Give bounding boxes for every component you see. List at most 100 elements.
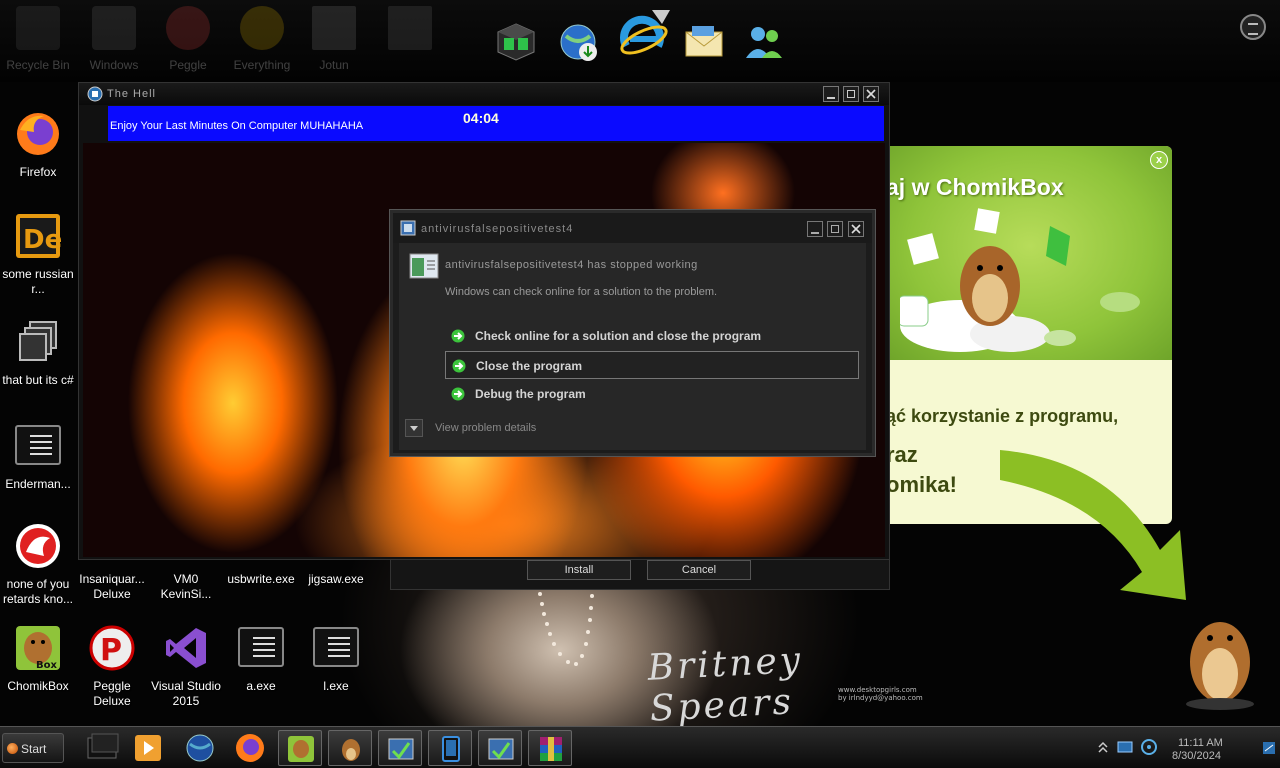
taskbar-tablet-button[interactable] (428, 730, 472, 766)
chevron-up-icon[interactable] (1098, 741, 1108, 753)
desktop-icon-insaniquarium[interactable]: Insaniquar... Deluxe (74, 572, 150, 602)
desktop-icon-label: Insaniquar... Deluxe (79, 572, 145, 601)
dock-item-everything[interactable]: Everything (224, 6, 300, 72)
error-dialog-body: antivirusfalsepositivetest4 has stopped … (399, 243, 866, 450)
taskbar-chomikbox-button[interactable] (278, 730, 322, 766)
countdown-timer: 04:04 (463, 110, 499, 126)
check-online-option[interactable]: Check online for a solution and close th… (445, 322, 859, 350)
desktop-icon-enderman[interactable]: Enderman... (0, 422, 76, 492)
close-icon (866, 89, 876, 99)
cancel-button[interactable]: Cancel (647, 560, 751, 580)
desktop-icon-peggle-deluxe[interactable]: P Peggle Deluxe (74, 624, 150, 709)
chomikbox-ad-text-line1: ąć korzystanie z programu, (886, 406, 1119, 426)
start-label: Start (21, 742, 47, 756)
dock-item-jotun[interactable]: Jotun (296, 6, 372, 72)
dock-menu-button[interactable] (1240, 14, 1266, 40)
error-maximize-button[interactable] (827, 221, 843, 237)
desktop-icon-l-exe[interactable]: l.exe (298, 624, 374, 694)
wer-icon (388, 738, 414, 760)
desktop-icon-label: Firefox (19, 165, 57, 179)
taskbar-wer-button-2[interactable] (478, 730, 522, 766)
hamster-icon (342, 739, 360, 761)
magnifier-icon (240, 6, 284, 50)
debug-program-option[interactable]: Debug the program (445, 380, 859, 408)
error-dialog-title: antivirusfalsepositivetest4 (421, 223, 574, 235)
dock-item-label: Everything (233, 58, 291, 72)
chomikbox-ad-text-line3: omika! (886, 472, 957, 497)
start-button[interactable]: Start (2, 733, 64, 763)
folder-icon (92, 6, 136, 50)
maximize-button[interactable] (843, 86, 859, 102)
taskbar-media-player-icon[interactable] (126, 730, 170, 766)
chomikbox-ad-close-button[interactable]: x (1150, 151, 1168, 169)
the-hell-title: The Hell (107, 88, 156, 100)
desktop-icon-some-russian[interactable]: De some russian r... (0, 212, 76, 297)
tablet-icon (442, 736, 460, 762)
recycle-bin-icon (16, 6, 60, 50)
wer-icon (400, 220, 416, 236)
dock-item-peggle[interactable]: Peggle (150, 6, 226, 72)
dock-mail-icon[interactable] (682, 20, 726, 64)
dock-item-console[interactable] (372, 6, 448, 58)
green-arrow-icon (452, 359, 466, 373)
wallpaper-credit: www.desktopgirls.com by irlndyyd@yahoo.c… (838, 686, 923, 702)
dock-internet-explorer-icon[interactable] (618, 6, 672, 64)
taskbar-globe-icon[interactable] (178, 730, 222, 766)
system-tray: 11:11 AM 8/30/2024 (1092, 731, 1278, 765)
taskbar-wer-button-1[interactable] (378, 730, 422, 766)
error-close-button[interactable] (848, 221, 864, 237)
desktop-icon-firefox[interactable]: Firefox (0, 110, 76, 180)
dock-contacts-icon[interactable] (742, 20, 786, 64)
peggle-icon (166, 6, 210, 50)
close-program-option[interactable]: Close the program (445, 351, 859, 379)
start-orb-icon (7, 743, 18, 754)
clock-time[interactable]: 11:11 AM (1178, 737, 1223, 749)
desktop-icon-a-exe[interactable]: a.exe (223, 624, 299, 694)
minimize-icon (811, 232, 819, 234)
svg-text:Box: Box (36, 660, 57, 671)
desktop-icon-usbwrite[interactable]: usbwrite.exe (223, 572, 299, 587)
maximize-icon (847, 90, 855, 98)
desktop-icon-jigsaw[interactable]: jigsaw.exe (298, 572, 374, 587)
desktop-icon-label: Peggle Deluxe (93, 679, 131, 708)
install-button[interactable]: Install (527, 560, 631, 580)
taskbar-console-stack-icon[interactable] (80, 730, 124, 766)
view-problem-details-toggle[interactable]: View problem details (405, 419, 585, 439)
error-subtext: Windows can check online for a solution … (445, 286, 718, 298)
console-app-icon (238, 627, 284, 667)
view-problem-details-label: View problem details (435, 422, 537, 434)
chomikbox-icon: Box (16, 626, 60, 671)
chomikbox-icon (288, 736, 314, 762)
network-icon[interactable] (1116, 739, 1134, 755)
volume-icon[interactable] (1140, 738, 1158, 756)
option-label: Debug the program (475, 387, 586, 401)
taskbar-firefox-icon[interactable] (228, 730, 272, 766)
desktop-icon-label: Enderman... (5, 477, 71, 491)
dock-app-cube-icon[interactable] (494, 20, 538, 64)
console-app-icon (313, 627, 359, 667)
wallpaper-credit-line2: by irlndyyd@yahoo.com (838, 694, 923, 702)
the-hell-titlebar[interactable]: The Hell (79, 83, 889, 105)
taskbar-winrar-button[interactable] (528, 730, 572, 766)
console-icon (388, 6, 432, 50)
error-dialog-titlebar[interactable]: antivirusfalsepositivetest4 (393, 213, 872, 243)
desktop-icon-none-of-you[interactable]: none of you retards kno... (0, 522, 76, 607)
desktop-icon-label: Visual Studio 2015 (151, 679, 221, 708)
desktop-icon-that-but-its-csharp[interactable]: that but its c# (0, 318, 76, 388)
clock-date[interactable]: 8/30/2024 (1172, 750, 1221, 762)
dock-app-globe-download-icon[interactable] (556, 20, 600, 64)
wallpaper-credit-line1: www.desktopgirls.com (838, 686, 917, 694)
notification-icon[interactable] (1262, 741, 1276, 755)
desktop-icon-label: l.exe (323, 679, 349, 693)
dock-item-label: Recycle Bin (6, 58, 70, 72)
minimize-button[interactable] (823, 86, 839, 102)
desktop-icon-visual-studio[interactable]: Visual Studio 2015 (148, 624, 224, 709)
desktop-icon-label: some russian r... (2, 267, 74, 296)
desktop-icon-chomikbox[interactable]: Box ChomikBox (0, 624, 76, 694)
dock-item-windows[interactable]: Windows (76, 6, 152, 72)
desktop-icon-vm0-kevinsi[interactable]: VM0 KevinSi... (148, 572, 224, 602)
error-minimize-button[interactable] (807, 221, 823, 237)
close-button[interactable] (863, 86, 879, 102)
taskbar-hamster-button[interactable] (328, 730, 372, 766)
dock-item-recycle-bin[interactable]: Recycle Bin (0, 6, 76, 72)
